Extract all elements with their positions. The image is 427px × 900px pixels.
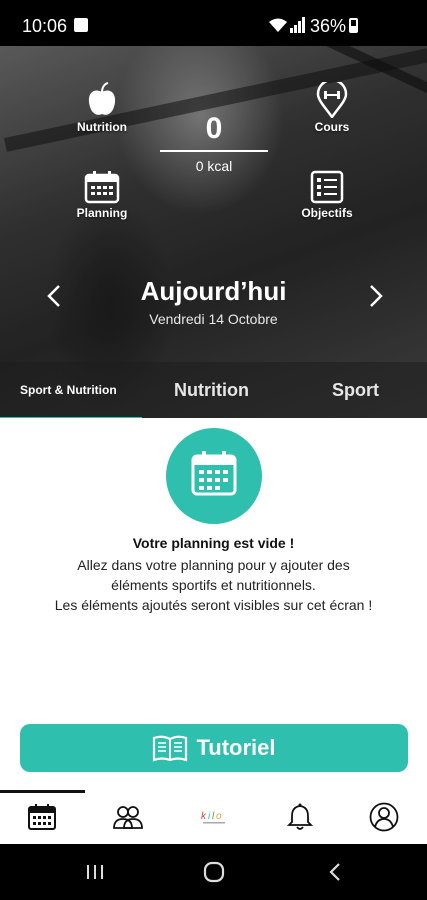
calendar-icon bbox=[28, 804, 56, 830]
bottom-navigation: k i l o bbox=[0, 790, 427, 844]
status-time: 10:06 bbox=[22, 16, 68, 36]
tab-nutrition[interactable]: Nutrition bbox=[174, 362, 249, 418]
svg-text:k: k bbox=[201, 811, 207, 822]
back-button[interactable] bbox=[320, 858, 350, 886]
battery-percent: 36% bbox=[310, 16, 347, 36]
calorie-unit: 0 kcal bbox=[195, 158, 233, 174]
calendar-icon bbox=[84, 171, 120, 204]
empty-state-message: Allez dans votre planning pour y ajouter… bbox=[0, 555, 427, 615]
tab-bar: Sport & Nutrition Nutrition Sport bbox=[0, 362, 427, 418]
objectifs-shortcut[interactable]: Objectifs bbox=[287, 170, 367, 220]
recent-apps-button[interactable] bbox=[80, 858, 110, 886]
cours-shortcut[interactable]: Cours bbox=[292, 82, 372, 134]
signal-icon bbox=[290, 17, 305, 33]
chevron-left-icon bbox=[47, 285, 60, 307]
empty-state-title: Votre planning est vide ! bbox=[132, 535, 295, 551]
bottom-nav-active-indicator bbox=[0, 790, 85, 793]
planning-label: Planning bbox=[76, 206, 128, 220]
home-icon bbox=[203, 861, 225, 883]
nutrition-label: Nutrition bbox=[77, 120, 127, 134]
nav-notifications[interactable] bbox=[280, 800, 320, 834]
nav-home-logo[interactable]: k i l o bbox=[194, 800, 234, 834]
empty-state-line: éléments sportifs et nutritionnels. bbox=[111, 577, 316, 593]
bell-icon bbox=[287, 803, 313, 830]
tutorial-button-label: Tutoriel bbox=[196, 735, 276, 760]
nav-planning[interactable] bbox=[22, 800, 62, 834]
tab-sport[interactable]: Sport bbox=[332, 362, 379, 418]
empty-planning-badge bbox=[166, 428, 262, 524]
battery-icon bbox=[349, 18, 358, 33]
planning-shortcut[interactable]: Planning bbox=[62, 170, 142, 220]
system-navigation-bar bbox=[0, 844, 427, 900]
day-header: Aujourd’hui Vendredi 14 Octobre bbox=[60, 276, 367, 327]
status-bar: 10:06 36% bbox=[0, 0, 427, 46]
logo-icon: k i l o bbox=[201, 811, 225, 824]
dumbbell-pin-icon bbox=[316, 82, 348, 118]
apple-icon bbox=[88, 82, 116, 115]
recent-apps-icon bbox=[87, 865, 103, 879]
wifi-icon bbox=[269, 18, 287, 32]
objectifs-label: Objectifs bbox=[301, 206, 353, 220]
nav-community[interactable] bbox=[108, 800, 148, 834]
svg-text:o: o bbox=[216, 811, 222, 822]
profile-icon bbox=[369, 802, 399, 832]
empty-state-line: Les éléments ajoutés seront visibles sur… bbox=[54, 597, 373, 613]
tab-sport-nutrition[interactable]: Sport & Nutrition bbox=[20, 362, 117, 418]
back-icon bbox=[329, 863, 340, 881]
calorie-value: 0 bbox=[205, 112, 223, 145]
day-date: Vendredi 14 Octobre bbox=[149, 311, 278, 327]
svg-text:l: l bbox=[212, 811, 215, 822]
calorie-divider bbox=[160, 150, 268, 152]
cours-label: Cours bbox=[314, 120, 350, 134]
book-icon bbox=[153, 735, 188, 762]
empty-state-line: Allez dans votre planning pour y ajouter… bbox=[77, 557, 350, 573]
nav-profile[interactable] bbox=[364, 800, 404, 834]
tutorial-button[interactable]: Tutoriel bbox=[20, 724, 408, 772]
community-icon bbox=[113, 806, 143, 829]
calorie-counter: 0 0 kcal bbox=[154, 112, 274, 174]
next-day-button[interactable] bbox=[364, 284, 388, 313]
nutrition-shortcut[interactable]: Nutrition bbox=[62, 82, 142, 134]
calendar-icon bbox=[191, 451, 237, 496]
notification-icon bbox=[74, 18, 88, 32]
checklist-icon bbox=[310, 170, 344, 204]
home-button[interactable] bbox=[199, 858, 229, 886]
hero-banner: Nutrition Cours 0 0 kcal Planning Object… bbox=[0, 46, 427, 418]
day-title: Aujourd’hui bbox=[140, 276, 287, 306]
chevron-right-icon bbox=[370, 285, 383, 307]
active-tab-indicator bbox=[0, 417, 142, 418]
svg-text:i: i bbox=[208, 811, 211, 822]
